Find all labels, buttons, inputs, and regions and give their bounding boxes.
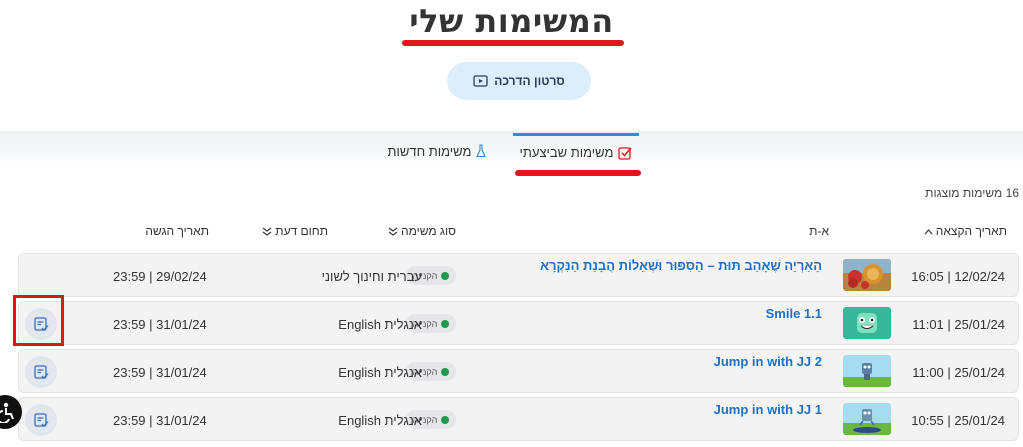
submit-date: 23:59 | 31/01/24 (113, 413, 207, 428)
tasks-count: 16 משימות מוצגות (925, 186, 1019, 200)
checkbox-icon (618, 146, 633, 160)
status-dot (441, 319, 450, 328)
header-name[interactable]: א-ת (809, 224, 829, 238)
task-subject: אנגלית English (338, 413, 422, 428)
tab-new-tasks[interactable]: משימות חדשות (387, 133, 487, 169)
accessibility-icon (0, 402, 14, 423)
table-row[interactable]: 11:00 | 25/01/24 Jump in with JJ 2 הקניי… (18, 349, 1019, 393)
highlight-box (13, 295, 64, 346)
tab-highlight-underline (515, 170, 641, 176)
status-dot (441, 367, 450, 376)
task-subject: אנגלית English (338, 317, 422, 332)
task-subject: אנגלית English (338, 365, 422, 380)
task-thumbnail (843, 403, 891, 435)
status-dot (441, 415, 450, 424)
table-row[interactable]: 10:55 | 25/01/24 Jump in with JJ 1 הקניי… (18, 397, 1019, 441)
assigned-date: 11:00 | 25/01/24 (912, 365, 1005, 380)
tab-new-label: משימות חדשות (387, 143, 472, 159)
header-submit-date-label: תאריך הגשה (145, 224, 209, 238)
tab-completed-tasks[interactable]: משימות שביצעתי (513, 133, 639, 169)
double-chevron-down-icon (262, 227, 272, 236)
double-chevron-down-icon (388, 227, 398, 236)
table-row[interactable]: 11:01 | 25/01/24 Smile 1.1 הקנייה אנגלית… (18, 301, 1019, 345)
header-subject[interactable]: תחום דעת (262, 224, 328, 238)
assigned-date: 11:01 | 25/01/24 (912, 317, 1005, 332)
sort-up-icon (924, 228, 933, 234)
status-dot (441, 271, 450, 280)
submit-date: 23:59 | 31/01/24 (113, 365, 207, 380)
flask-icon (476, 144, 487, 158)
header-subject-label: תחום דעת (275, 224, 328, 238)
task-check-icon (34, 413, 49, 427)
task-thumbnail (843, 307, 891, 339)
task-name-link[interactable]: Jump in with JJ 2 (714, 354, 822, 369)
header-submit-date[interactable]: תאריך הגשה (145, 224, 209, 238)
tutorial-button-label: סרטון הדרכה (494, 74, 565, 88)
header-assign-date-label: תאריך הקצאה (935, 224, 1007, 238)
view-task-button[interactable] (25, 356, 57, 388)
header-name-label: א-ת (809, 224, 829, 238)
task-thumbnail (843, 259, 891, 291)
page-title: המשימות שלי (409, 2, 614, 40)
view-task-button[interactable] (25, 404, 57, 436)
task-subject: עברית וחינוך לשוני (321, 269, 422, 284)
title-highlight-underline (402, 40, 624, 46)
header-type[interactable]: סוג משימה (388, 224, 456, 238)
task-name-link[interactable]: Jump in with JJ 1 (714, 402, 822, 417)
header-assign-date[interactable]: תאריך הקצאה (924, 224, 1007, 238)
submit-date: 23:59 | 29/02/24 (113, 269, 207, 284)
tabs-bar (0, 131, 1023, 171)
assigned-date: 10:55 | 25/01/24 (911, 413, 1005, 428)
submit-date: 23:59 | 31/01/24 (113, 317, 207, 332)
task-name-link[interactable]: Smile 1.1 (766, 306, 822, 321)
tutorial-video-button[interactable]: סרטון הדרכה (447, 62, 591, 100)
task-thumbnail (843, 355, 891, 387)
play-icon (473, 75, 488, 87)
tab-completed-label: משימות שביצעתי (519, 145, 614, 160)
header-type-label: סוג משימה (400, 224, 456, 238)
table-row[interactable]: 16:05 | 12/02/24 הָאַרְיֵה שֶׁאָהַב תּוּ… (18, 253, 1019, 297)
task-name-link[interactable]: הָאַרְיֵה שֶׁאָהַב תּוּת – הַסִּפּוּר וּ… (540, 258, 822, 273)
assigned-date: 16:05 | 12/02/24 (911, 269, 1005, 284)
task-check-icon (34, 365, 49, 379)
